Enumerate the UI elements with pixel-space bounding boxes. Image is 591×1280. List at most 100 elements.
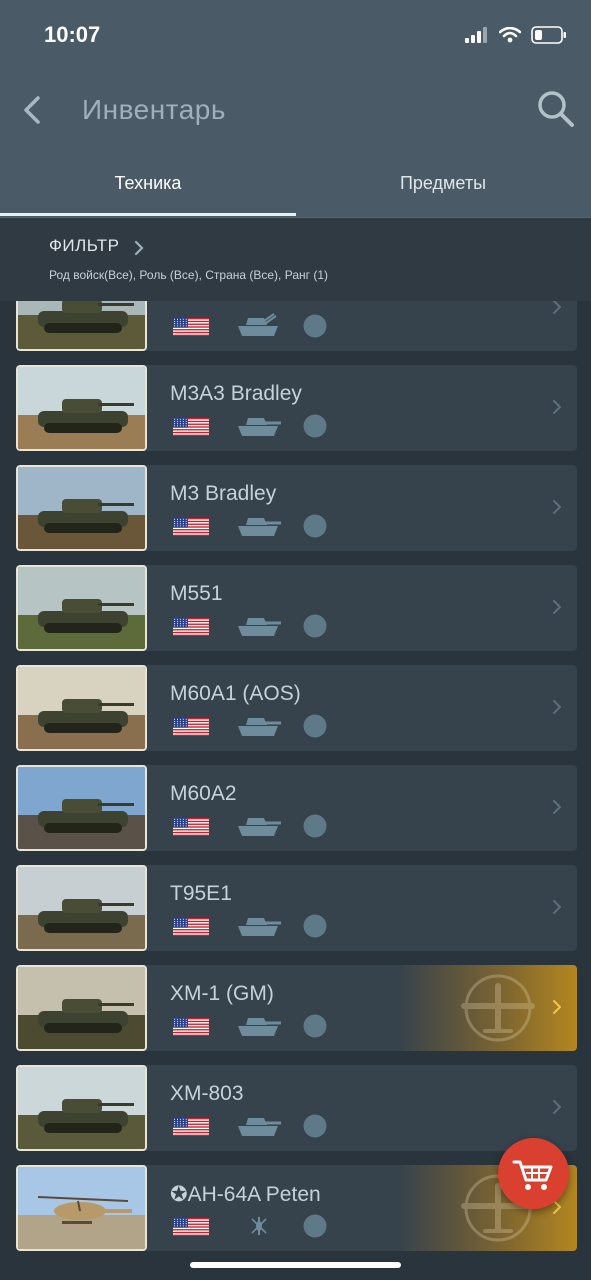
wifi-icon [499,27,521,43]
vehicle-thumbnail [16,765,147,851]
cart-icon [512,1160,553,1190]
chevron-right-icon [553,301,561,314]
vehicle-name: T95E1 [170,882,232,905]
usa-flag-icon [173,1018,209,1036]
premium-plane-watermark-icon [461,974,535,1042]
vehicle-name: XM-803 [170,1082,244,1105]
home-indicator[interactable] [190,1262,401,1268]
medium-tank-icon [238,718,281,736]
shop-cart-button[interactable] [498,1138,569,1209]
chevron-right-icon [553,1100,561,1114]
vehicle-name: ✪AH-64A Peten [170,1183,321,1206]
status-icons [465,24,567,46]
medium-tank-icon [238,818,281,836]
usa-flag-icon [173,1218,209,1236]
vehicle-row[interactable]: XM-803 [16,1065,577,1151]
battery-icon [531,26,566,44]
chevron-right-icon [553,1000,561,1014]
vehicle-name: M3 Bradley [170,482,277,505]
vehicle-row[interactable]: M247 [16,301,577,351]
vehicle-name: M3A3 Bradley [170,382,302,405]
vehicle-row[interactable]: M3 Bradley [16,465,577,551]
rank-badge [303,714,327,738]
medium-tank-icon [238,1018,281,1036]
chevron-right-icon [553,400,561,414]
usa-flag-icon [173,318,209,336]
vehicle-name: M551 [170,582,223,605]
back-button[interactable] [18,90,48,130]
rank-badge [303,1014,327,1038]
active-tab-indicator [0,213,296,216]
usa-flag-icon [173,618,209,636]
vehicle-image [18,1167,145,1249]
vehicle-thumbnail [16,365,147,451]
rank-badge [303,814,327,838]
vehicle-image [18,367,145,449]
nav-bar: Инвентарь [0,80,591,140]
filter-title: ФИЛЬТР [49,236,120,255]
vehicle-row[interactable]: M551 [16,565,577,651]
chevron-right-icon [553,900,561,914]
page-title: Инвентарь [82,94,226,125]
vehicle-name: M60A1 (AOS) [170,682,301,705]
light-tank-icon [238,418,281,436]
light-tank-icon [238,518,281,536]
vehicle-image [18,567,145,649]
usa-flag-icon [173,418,209,436]
rank-badge [303,414,327,438]
usa-flag-icon [173,1118,209,1136]
vehicle-image [18,767,145,849]
vehicle-thumbnail [16,665,147,751]
search-button[interactable] [535,88,577,130]
chevron-right-icon [553,600,561,614]
signal-icon [465,27,487,43]
vehicle-image [18,667,145,749]
usa-flag-icon [173,518,209,536]
status-bar: 10:07 [0,0,591,70]
spaa-icon [238,313,278,336]
vehicle-image [18,967,145,1049]
vehicle-list: M247 M3A3 Bradley M3 Bradley M551 M60A1 (AOS… [0,301,591,1280]
rank-badge [303,914,327,938]
vehicle-image [18,301,145,349]
helicopter-icon [251,1217,267,1235]
filter-panel[interactable]: ФИЛЬТР Род войск(Все), Роль (Все), Стран… [0,217,591,301]
vehicle-row[interactable]: M3A3 Bradley [16,365,577,451]
chevron-left-icon [24,96,40,124]
filter-summary: Род войск(Все), Роль (Все), Страна (Все)… [49,268,329,282]
medium-tank-icon [238,918,281,936]
rank-badge [303,1114,327,1138]
vehicle-image [18,1067,145,1149]
usa-flag-icon [173,918,209,936]
tab-items[interactable]: Предметы [295,155,591,217]
vehicle-row[interactable]: T95E1 [16,865,577,951]
light-tank-icon [238,618,281,636]
vehicle-row[interactable]: M60A1 (AOS) [16,665,577,751]
chevron-right-icon [553,800,561,814]
vehicle-name: XM-1 (GM) [170,982,274,1005]
vehicle-thumbnail [16,965,147,1051]
vehicle-row[interactable]: M60A2 [16,765,577,851]
chevron-right-icon [553,700,561,714]
usa-flag-icon [173,718,209,736]
vehicle-row[interactable]: ✪AH-64A Peten [16,1165,577,1251]
usa-flag-icon [173,818,209,836]
vehicle-image [18,867,145,949]
vehicle-row[interactable]: XM-1 (GM) [16,965,577,1051]
vehicle-name: M247 [170,301,223,306]
vehicle-thumbnail [16,301,147,351]
vehicle-thumbnail [16,1065,147,1151]
vehicle-thumbnail [16,865,147,951]
tab-bar: Техника Предметы [0,155,591,217]
rank-badge [303,1214,327,1238]
vehicle-thumbnail [16,565,147,651]
vehicle-image [18,467,145,549]
tab-vehicles[interactable]: Техника [0,155,296,217]
search-icon [538,91,574,127]
medium-tank-icon [238,1118,281,1136]
chevron-right-icon [134,240,144,256]
chevron-right-icon [553,500,561,514]
rank-badge [303,614,327,638]
header: 10:07 Инвентарь Техника Предметы [0,0,591,217]
vehicle-name: M60A2 [170,782,237,805]
